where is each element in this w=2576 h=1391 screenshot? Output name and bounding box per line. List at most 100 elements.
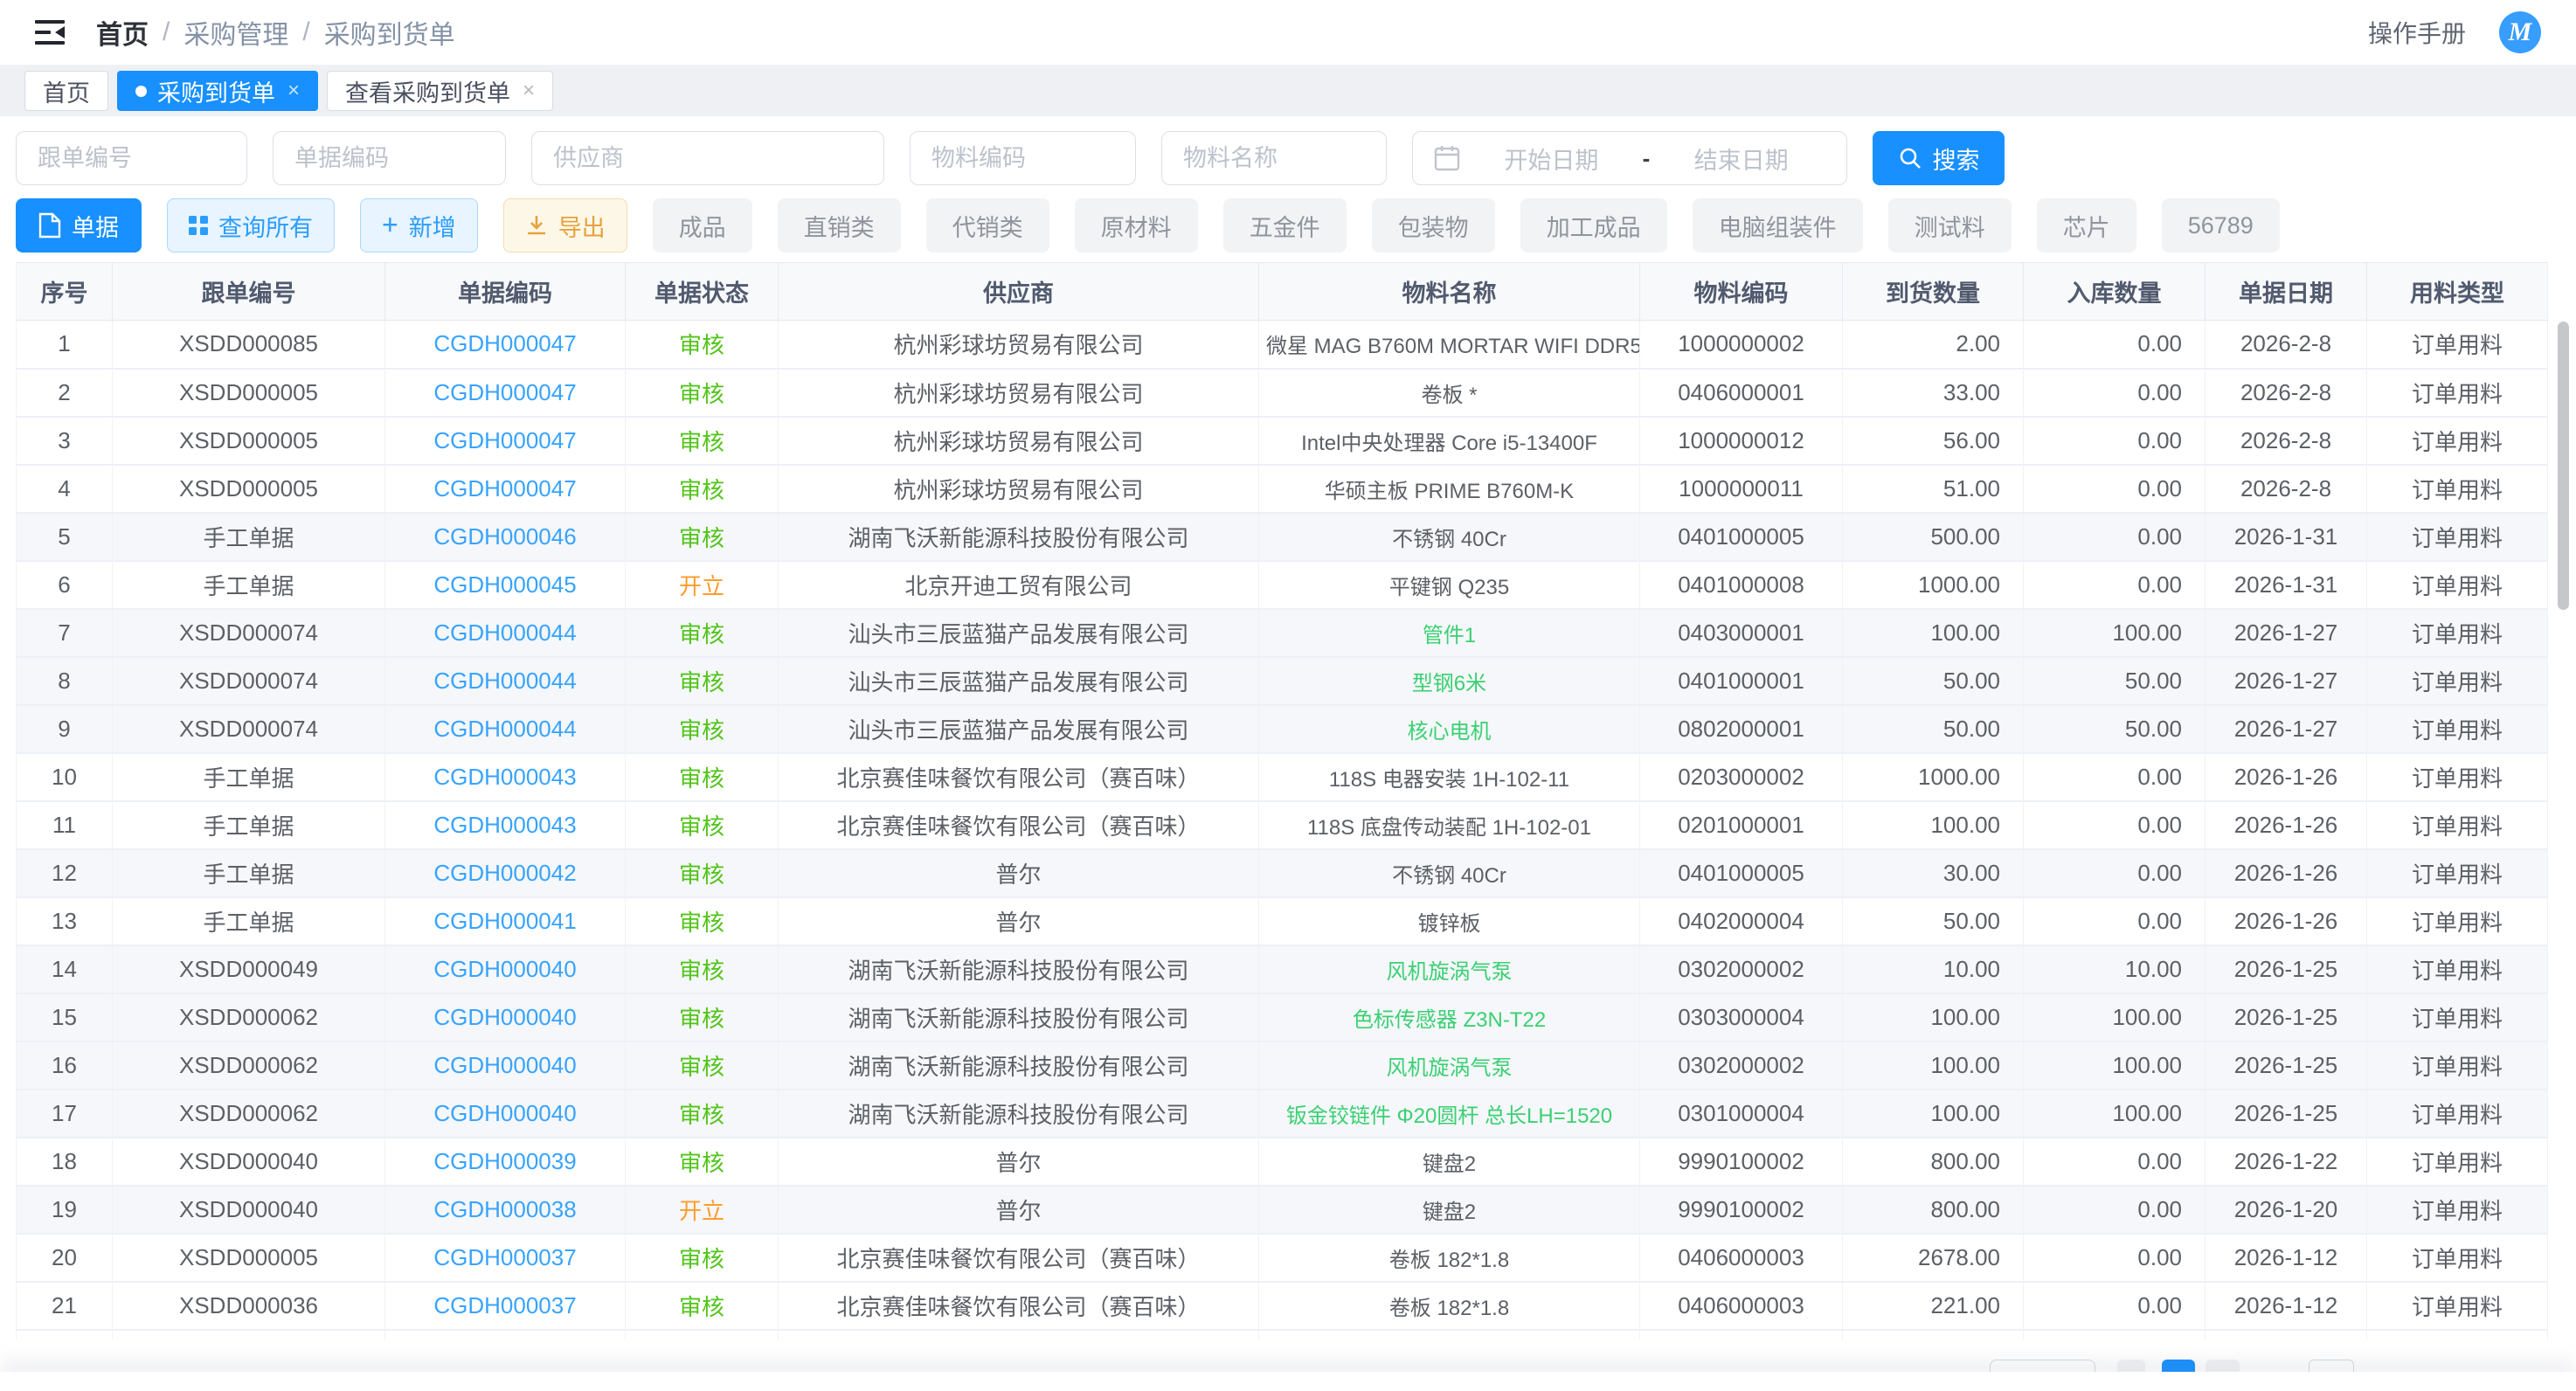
category-button-成品[interactable]: 成品 — [653, 198, 752, 253]
cell-doc-code-link[interactable]: CGDH000044 — [385, 609, 626, 657]
cell-doc-code-link[interactable]: CGDH000047 — [385, 465, 626, 513]
cell-arrived-qty: 100.00 — [1843, 1042, 2024, 1090]
tab-label: 查看采购到货单 — [345, 74, 510, 108]
search-icon — [1898, 146, 1922, 170]
search-button[interactable]: 搜索 — [1873, 131, 2005, 185]
table-row: 18XSDD000040CGDH000039审核普尔键盘299901000028… — [17, 1138, 2548, 1186]
cell-doc-code-link[interactable]: CGDH000047 — [385, 321, 626, 369]
cell-material-name: 核心电机 — [1259, 705, 1640, 753]
cell-material-code: 1000000002 — [1640, 321, 1843, 369]
cell-doc-code-link[interactable]: CGDH000043 — [385, 753, 626, 801]
category-button-电脑组装件[interactable]: 电脑组装件 — [1693, 198, 1863, 253]
cell-arrived-qty: 1000.00 — [1843, 753, 2024, 801]
cell-doc-code-link[interactable]: CGDH000038 — [385, 1186, 626, 1234]
cell-doc-code-link[interactable]: CGDH000040 — [385, 1090, 626, 1138]
export-button[interactable]: 导出 — [503, 198, 627, 253]
breadcrumb-item[interactable]: 采购到货单 — [324, 13, 455, 52]
category-button-直销类[interactable]: 直销类 — [778, 198, 901, 253]
menu-fold-icon[interactable] — [35, 18, 66, 46]
cell-usage-type: 订单用料 — [2367, 321, 2548, 369]
category-button-原材料[interactable]: 原材料 — [1075, 198, 1198, 253]
cell-material-name: Intel中央处理器 Core i5-13400F — [1259, 417, 1640, 465]
cell-arrived-qty: 10.00 — [1843, 945, 2024, 993]
vertical-scrollbar-thumb[interactable] — [2558, 322, 2569, 610]
manual-link[interactable]: 操作手册 — [2368, 15, 2466, 50]
cell-status: 审核 — [626, 1282, 779, 1330]
calendar-icon — [1434, 145, 1460, 171]
supplier-input[interactable] — [531, 131, 884, 185]
table-row: 16XSDD000062CGDH000040审核湖南飞沃新能源科技股份有限公司风… — [17, 1042, 2548, 1090]
column-header: 物料名称 — [1259, 263, 1640, 321]
cell-material-name: 风机旋涡气泵 — [1259, 1042, 1640, 1090]
active-tab-dot — [135, 86, 147, 97]
cell-doc-code-link[interactable]: CGDH000047 — [385, 417, 626, 465]
category-button-测试料[interactable]: 测试料 — [1888, 198, 2012, 253]
tab-首页[interactable]: 首页 — [24, 71, 108, 111]
cell-material-name: 118S 电器安装 1H-102-11 — [1259, 753, 1640, 801]
order-no-input[interactable] — [16, 131, 247, 185]
cell-arrived-qty: 2.00 — [1843, 321, 2024, 369]
cell-arrived-qty: 100.00 — [1843, 801, 2024, 849]
cell-doc-code-link[interactable]: CGDH000042 — [385, 849, 626, 897]
category-button-五金件[interactable]: 五金件 — [1223, 198, 1347, 253]
column-header: 单据状态 — [626, 263, 779, 321]
breadcrumb-item[interactable]: 首页 — [96, 13, 149, 52]
cell-doc-code-link[interactable]: CGDH000047 — [385, 369, 626, 417]
doc-code-input[interactable] — [273, 131, 506, 185]
cell-doc-code-link[interactable]: CGDH000037 — [385, 1234, 626, 1282]
cell-doc-code-link[interactable]: CGDH000045 — [385, 561, 626, 609]
query-all-button[interactable]: 查询所有 — [167, 198, 335, 253]
cell-supplier: 杭州彩球坊贸易有限公司 — [779, 369, 1259, 417]
cell-seq: 5 — [17, 513, 113, 561]
material-code-input[interactable] — [910, 131, 1136, 185]
material-name-input[interactable] — [1161, 131, 1387, 185]
cell-status: 审核 — [626, 417, 779, 465]
cell-doc-code-link[interactable]: CGDH000040 — [385, 993, 626, 1042]
tab-close-icon[interactable]: × — [523, 79, 535, 103]
category-button-包装物[interactable]: 包装物 — [1372, 198, 1495, 253]
cell-supplier: 普尔 — [779, 1138, 1259, 1186]
cell-order-no: XSDD000040 — [113, 1186, 385, 1234]
bottom-bar — [0, 1372, 2576, 1391]
cell-doc-code-link[interactable]: CGDH000044 — [385, 657, 626, 705]
cell-doc-code-link[interactable]: CGDH000040 — [385, 1042, 626, 1090]
cell-usage-type: 订单用料 — [2367, 561, 2548, 609]
cell-doc-code-link[interactable]: CGDH000037 — [385, 1282, 626, 1330]
column-header: 单据编码 — [385, 263, 626, 321]
tab-采购到货单[interactable]: 采购到货单× — [117, 71, 318, 111]
breadcrumb-item[interactable]: 采购管理 — [184, 13, 288, 52]
cell-doc-code-link[interactable]: CGDH000044 — [385, 705, 626, 753]
tab-查看采购到货单[interactable]: 查看采购到货单 × — [327, 71, 553, 111]
cell-material-code: 0403000001 — [1640, 609, 1843, 657]
cell-supplier: 北京赛佳味餐饮有限公司（赛百味） — [779, 1282, 1259, 1330]
cell-material-name: 钣金铰链件 Φ20圆杆 总长LH=1520 — [1259, 1090, 1640, 1138]
cell-stocked-qty: 0.00 — [2024, 849, 2206, 897]
cell-doc-code-link[interactable]: CGDH000040 — [385, 945, 626, 993]
category-button-代销类[interactable]: 代销类 — [926, 198, 1049, 253]
cell-status: 审核 — [626, 609, 779, 657]
avatar[interactable]: M — [2499, 11, 2541, 53]
date-range-picker[interactable]: 开始日期 - 结束日期 — [1412, 131, 1847, 185]
cell-usage-type: 订单用料 — [2367, 945, 2548, 993]
add-button[interactable]: + 新增 — [360, 198, 478, 253]
cell-material-name: 卷板 182*1.8 — [1259, 1234, 1640, 1282]
cell-material-name: 卷板 * — [1259, 369, 1640, 417]
cell-doc-code-link[interactable]: CGDH000039 — [385, 1138, 626, 1186]
cell-doc-code-link[interactable]: CGDH000043 — [385, 801, 626, 849]
cell-status: 审核 — [626, 465, 779, 513]
cell-doc-code-link[interactable]: CGDH000046 — [385, 513, 626, 561]
cell-supplier: 湖南飞沃新能源科技股份有限公司 — [779, 513, 1259, 561]
table-row: 4XSDD000005CGDH000047审核杭州彩球坊贸易有限公司华硕主板 P… — [17, 465, 2548, 513]
category-button-56789[interactable]: 56789 — [2162, 198, 2280, 253]
cell-stocked-qty: 0.00 — [2024, 1234, 2206, 1282]
category-button-芯片[interactable]: 芯片 — [2037, 198, 2136, 253]
category-button-加工成品[interactable]: 加工成品 — [1520, 198, 1667, 253]
cell-seq: 8 — [17, 657, 113, 705]
tab-close-icon[interactable]: × — [287, 79, 300, 103]
cell-order-no: XSDD000062 — [113, 1090, 385, 1138]
cell-doc-date: 2026-1-25 — [2206, 993, 2367, 1042]
cell-doc-code-link[interactable]: CGDH000041 — [385, 897, 626, 945]
cell-material-code: 1000000012 — [1640, 417, 1843, 465]
cell-supplier: 北京赛佳味餐饮有限公司（赛百味） — [779, 801, 1259, 849]
document-button[interactable]: 单据 — [16, 198, 142, 253]
